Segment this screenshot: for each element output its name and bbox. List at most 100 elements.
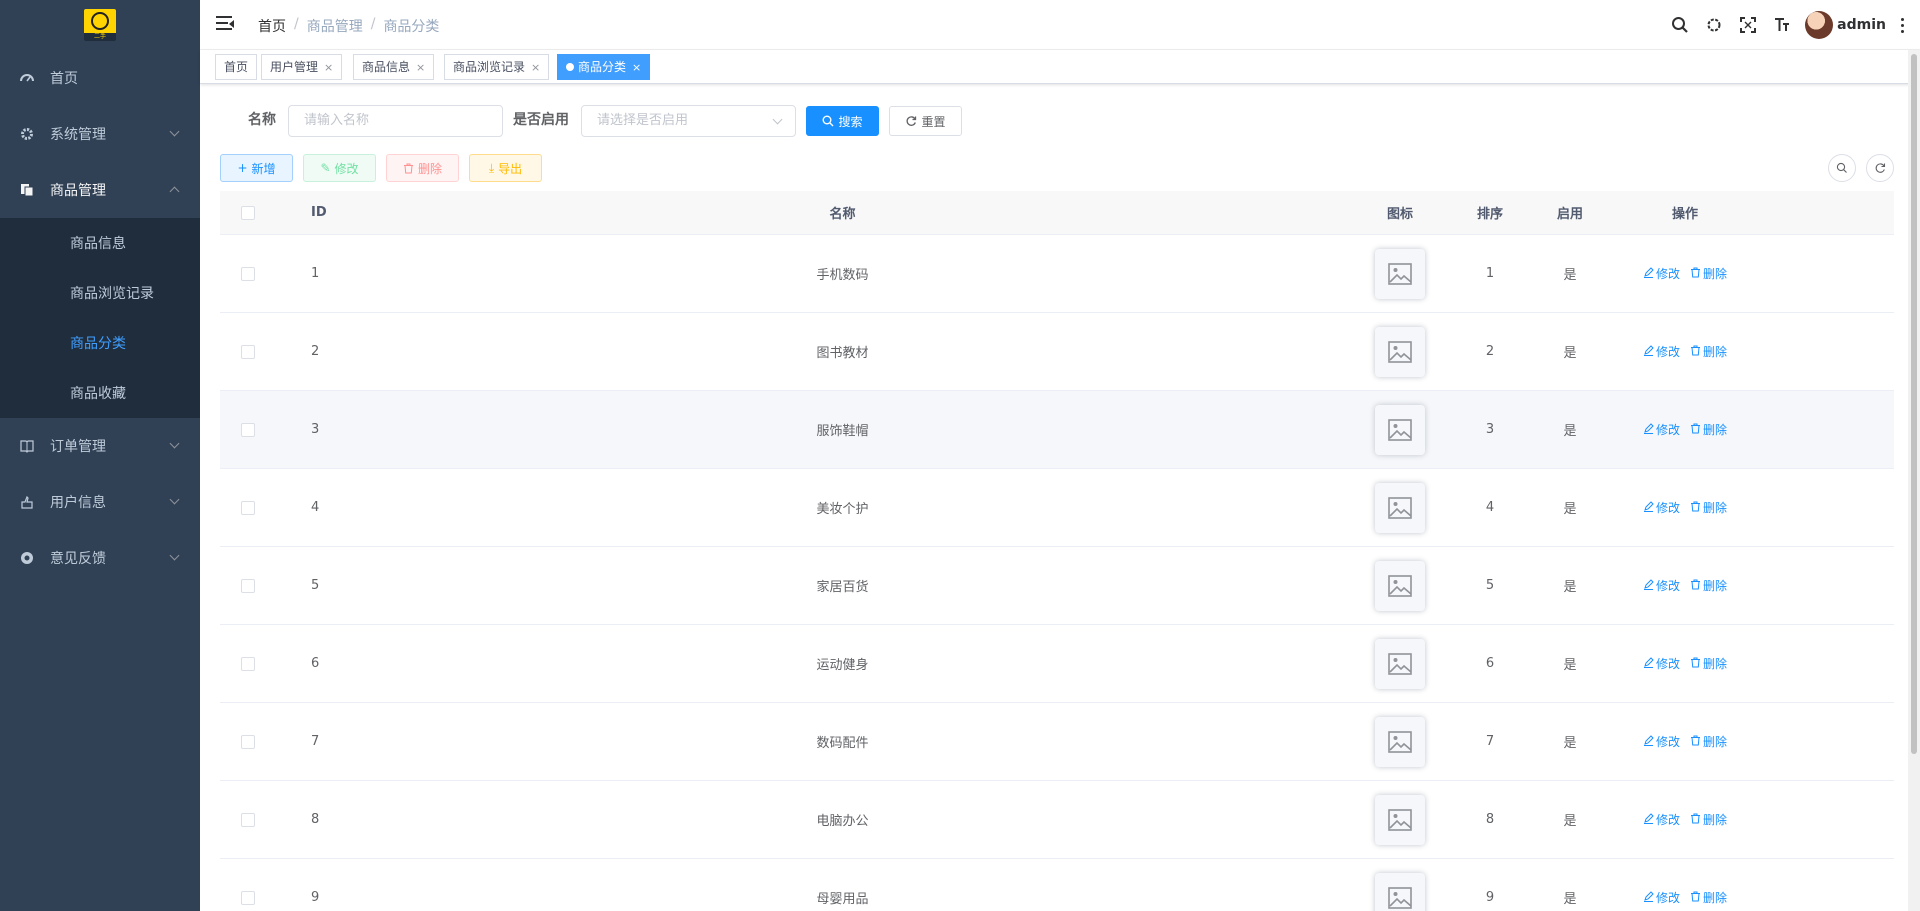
table-row[interactable]: 6 运动健身 6 是 修改 删除	[220, 625, 1894, 703]
row-edit-link[interactable]: 修改	[1643, 421, 1680, 438]
sidebar-item-orders[interactable]: 订单管理	[0, 418, 200, 474]
name-input[interactable]: 请输入名称	[288, 105, 503, 137]
table-row[interactable]: 9 母婴用品 9 是 修改 删除	[220, 859, 1894, 911]
row-edit-link[interactable]: 修改	[1643, 343, 1680, 360]
row-checkbox[interactable]	[240, 422, 255, 437]
row-delete-link[interactable]: 删除	[1690, 889, 1727, 906]
row-checkbox[interactable]	[240, 656, 255, 671]
row-edit-link[interactable]: 修改	[1643, 577, 1680, 594]
table-row[interactable]: 7 数码配件 7 是 修改 删除	[220, 703, 1894, 781]
sidebar-item-goods[interactable]: 商品管理	[0, 162, 200, 218]
breadcrumb-item[interactable]: 首页	[258, 16, 286, 36]
table-row[interactable]: 1 手机数码 1 是 修改 删除	[220, 235, 1894, 313]
user-name[interactable]: admin	[1837, 17, 1886, 33]
row-checkbox[interactable]	[240, 344, 255, 359]
image-placeholder-icon[interactable]	[1375, 794, 1425, 845]
row-edit-link[interactable]: 修改	[1643, 655, 1680, 672]
row-checkbox[interactable]	[240, 890, 255, 905]
font-size-icon[interactable]	[1765, 0, 1799, 50]
sidebar-item-system[interactable]: 系统管理	[0, 106, 200, 162]
edit-button[interactable]: ✎ 修改	[303, 154, 376, 182]
row-checkbox[interactable]	[240, 266, 255, 281]
sidebar-item-goods-info[interactable]: 商品信息	[0, 218, 200, 268]
image-placeholder-icon[interactable]	[1375, 326, 1425, 377]
reset-button[interactable]: 重置	[889, 106, 962, 136]
tag-user-management[interactable]: 用户管理 ×	[261, 54, 343, 80]
row-edit-link[interactable]: 修改	[1643, 499, 1680, 516]
row-delete-link[interactable]: 删除	[1690, 577, 1727, 594]
close-icon[interactable]: ×	[416, 61, 425, 74]
chevron-down-icon	[169, 494, 180, 505]
row-delete-link[interactable]: 删除	[1690, 499, 1727, 516]
row-edit-label: 修改	[1655, 501, 1680, 515]
table-row[interactable]: 4 美妆个护 4 是 修改 删除	[220, 469, 1894, 547]
main-content: 名称 请输入名称 是否启用 请选择是否启用 搜索 重置 + 新增 ✎ 修改 删除…	[200, 84, 1906, 911]
export-button[interactable]: ⤓ 导出	[469, 154, 542, 182]
enable-select[interactable]: 请选择是否启用	[581, 105, 796, 137]
delete-button[interactable]: 删除	[386, 154, 459, 182]
row-delete-link[interactable]: 删除	[1690, 811, 1727, 828]
sidebar-item-users[interactable]: 用户信息	[0, 474, 200, 530]
tag-goods-history[interactable]: 商品浏览记录 ×	[444, 54, 550, 80]
cell-name: 家居百货	[816, 580, 869, 595]
scrollbar-thumb[interactable]	[1911, 54, 1917, 754]
row-checkbox[interactable]	[240, 500, 255, 515]
toggle-search-button[interactable]	[1828, 154, 1856, 182]
hamburger-icon[interactable]	[216, 16, 234, 32]
sidebar-item-goods-favorite[interactable]: 商品收藏	[0, 368, 200, 418]
sidebar-item-feedback[interactable]: 意见反馈	[0, 530, 200, 586]
row-edit-label: 修改	[1655, 657, 1680, 671]
close-icon[interactable]: ×	[531, 61, 540, 74]
close-icon[interactable]: ×	[324, 61, 333, 74]
fullscreen-icon[interactable]	[1731, 0, 1765, 50]
row-checkbox[interactable]	[240, 578, 255, 593]
image-placeholder-icon[interactable]	[1375, 872, 1425, 911]
tag-label: 首页	[224, 60, 249, 74]
scrollbar[interactable]	[1908, 50, 1920, 911]
cell-name: 数码配件	[816, 736, 869, 751]
tag-home[interactable]: 首页	[215, 54, 258, 80]
row-edit-link[interactable]: 修改	[1643, 889, 1680, 906]
search-button[interactable]: 搜索	[806, 106, 879, 136]
add-button[interactable]: + 新增	[220, 154, 293, 182]
row-edit-link[interactable]: 修改	[1643, 811, 1680, 828]
row-edit-link[interactable]: 修改	[1643, 733, 1680, 750]
row-delete-link[interactable]: 删除	[1690, 265, 1727, 282]
row-delete-link[interactable]: 删除	[1690, 421, 1727, 438]
avatar[interactable]	[1805, 11, 1834, 39]
row-delete-link[interactable]: 删除	[1690, 655, 1727, 672]
row-delete-link[interactable]: 删除	[1690, 343, 1727, 360]
sidebar: 二手 首页 系统管理 商品管理 商品信息 商品浏览记录 商品分类 商品收藏 订单…	[0, 0, 200, 911]
select-all-checkbox[interactable]	[240, 205, 255, 220]
table-row[interactable]: 8 电脑办公 8 是 修改 删除	[220, 781, 1894, 859]
sidebar-item-goods-category[interactable]: 商品分类	[0, 318, 200, 368]
image-placeholder-icon[interactable]	[1375, 404, 1425, 455]
tag-goods-category[interactable]: 商品分类 ×	[557, 54, 651, 80]
image-placeholder-icon[interactable]	[1375, 248, 1425, 299]
close-icon[interactable]: ×	[632, 61, 641, 74]
sidebar-item-home[interactable]: 首页	[0, 50, 200, 106]
table-row[interactable]: 2 图书教材 2 是 修改 删除	[220, 313, 1894, 391]
trash-icon	[1690, 501, 1701, 515]
sidebar-item-goods-history[interactable]: 商品浏览记录	[0, 268, 200, 318]
logo[interactable]: 二手	[0, 0, 200, 50]
search-icon[interactable]	[1663, 0, 1697, 50]
github-icon[interactable]	[1697, 0, 1731, 50]
table-row[interactable]: 3 服饰鞋帽 3 是 修改 删除	[220, 391, 1894, 469]
row-edit-link[interactable]: 修改	[1643, 265, 1680, 282]
row-delete-link[interactable]: 删除	[1690, 733, 1727, 750]
more-icon[interactable]	[1892, 0, 1912, 50]
cell-sort: 5	[1485, 578, 1495, 593]
image-placeholder-icon[interactable]	[1375, 560, 1425, 611]
cell-id: 2	[311, 344, 320, 359]
row-delete-label: 删除	[1703, 735, 1728, 749]
image-placeholder-icon[interactable]	[1375, 638, 1425, 689]
row-checkbox[interactable]	[240, 812, 255, 827]
image-placeholder-icon[interactable]	[1375, 716, 1425, 767]
row-delete-label: 删除	[1703, 813, 1728, 827]
tag-goods-info[interactable]: 商品信息 ×	[353, 54, 435, 80]
image-placeholder-icon[interactable]	[1375, 482, 1425, 533]
table-row[interactable]: 5 家居百货 5 是 修改 删除	[220, 547, 1894, 625]
refresh-button[interactable]	[1866, 154, 1894, 182]
row-checkbox[interactable]	[240, 734, 255, 749]
